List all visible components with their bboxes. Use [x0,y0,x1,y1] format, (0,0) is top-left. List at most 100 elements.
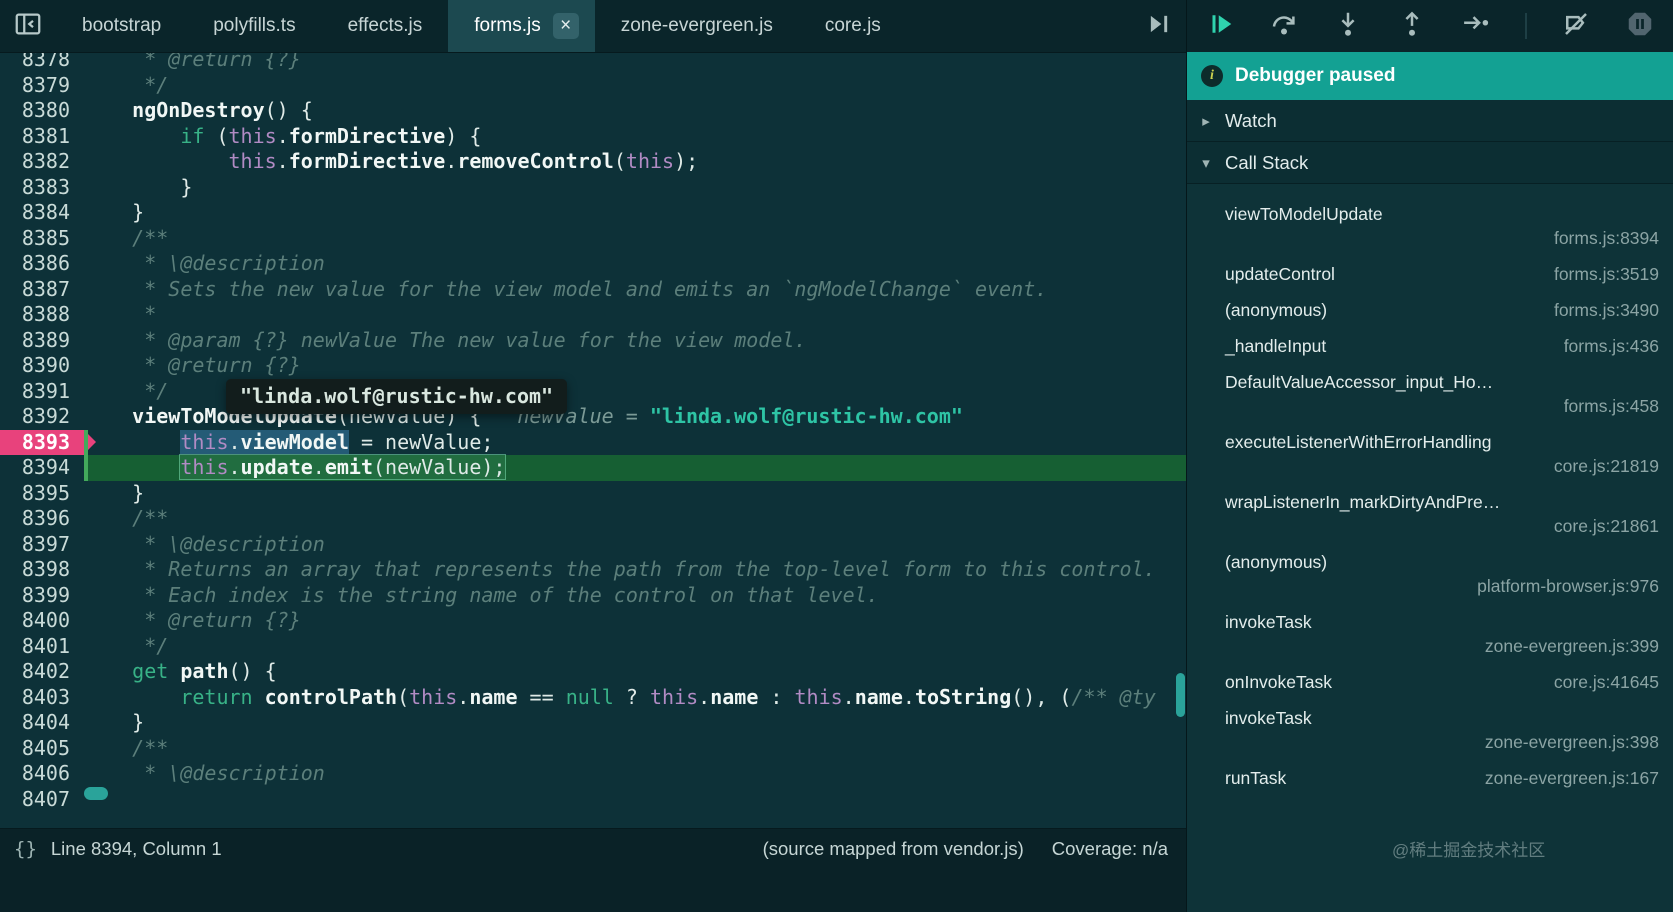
line-content[interactable]: * @return {?} [84,353,1186,379]
line-content[interactable]: /** [84,736,1186,762]
call-stack-frame[interactable]: (anonymous) platform-browser.js:976 [1187,544,1673,604]
watch-section-header[interactable]: ▸ Watch [1187,100,1673,142]
line-content[interactable]: * Returns an array that represents the p… [84,557,1186,583]
call-stack-frame[interactable]: viewToModelUpdate forms.js:8394 [1187,196,1673,256]
tab-polyfills.ts[interactable]: polyfills.ts [187,0,321,52]
tab-zone-evergreen.js[interactable]: zone-evergreen.js [595,0,799,52]
frame-location: forms.js:3490 [1553,299,1659,320]
line-number[interactable]: 8394 [0,455,84,481]
line-content[interactable]: * Sets the new value for the view model … [84,277,1186,303]
line-content[interactable]: * \@description [84,251,1186,277]
line-content[interactable]: } [84,710,1186,736]
step-button[interactable] [1461,9,1491,44]
call-stack-frame[interactable]: _handleInput forms.js:436 [1187,328,1673,364]
line-content[interactable]: return controlPath(this.name == null ? t… [84,685,1186,711]
line-content[interactable]: /** [84,506,1186,532]
line-content[interactable]: */ [84,73,1186,99]
line-number[interactable]: 8395 [0,481,84,507]
step-into-button[interactable] [1333,9,1363,44]
line-number[interactable]: 8404 [0,710,84,736]
call-stack-frame[interactable]: (anonymous) forms.js:3490 [1187,292,1673,328]
line-content[interactable]: * Each index is the string name of the c… [84,583,1186,609]
line-content[interactable]: * @return {?} [84,608,1186,634]
call-stack-frame[interactable]: invokeTask zone-evergreen.js:398 [1187,700,1673,760]
debugger-paused-banner: i Debugger paused [1187,52,1673,100]
debugger-sidebar: i Debugger paused ▸ Watch ▾ Call Stack v… [1186,0,1673,912]
line-content[interactable]: * \@description [84,761,1186,787]
line-content[interactable]: ngOnDestroy() { [84,98,1186,124]
tab-forms.js[interactable]: forms.js × [448,0,595,52]
call-stack-frame[interactable]: updateControl forms.js:3519 [1187,256,1673,292]
line-number[interactable]: 8387 [0,277,84,303]
line-number[interactable]: 8398 [0,557,84,583]
tab-core.js[interactable]: core.js [799,0,907,52]
line-number[interactable]: 8386 [0,251,84,277]
step-out-button[interactable] [1397,9,1427,44]
line-number[interactable]: 8401 [0,634,84,660]
deactivate-breakpoints-button[interactable] [1561,9,1591,44]
token: (), ( [1011,684,1072,709]
line-number[interactable]: 8407 [0,787,84,813]
line-content[interactable]: */ [84,634,1186,660]
step-over-button[interactable] [1269,9,1299,44]
line-number[interactable]: 8389 [0,328,84,354]
line-number[interactable]: 8406 [0,761,84,787]
resume-script-icon [1205,9,1235,44]
line-number[interactable]: 8380 [0,98,84,124]
tab-effects.js[interactable]: effects.js [322,0,449,52]
editor-scrollbar-thumb[interactable] [1176,673,1185,717]
line-content[interactable]: } [84,200,1186,226]
line-number[interactable]: 8391 [0,379,84,405]
line-content[interactable]: this.update.emit(newValue); [84,429,1186,481]
line-content[interactable]: this.viewModel = newValue; [84,429,1186,456]
token: (newValue); [373,455,506,479]
line-number[interactable]: 8381 [0,124,84,150]
line-number[interactable]: 8390 [0,353,84,379]
line-content[interactable]: if (this.formDirective) { [84,124,1186,150]
call-stack-frame[interactable]: DefaultValueAccessor_input_Ho… forms.js:4… [1187,364,1673,424]
line-content[interactable]: * @param {?} newValue The new value for … [84,328,1186,354]
line-number[interactable]: 8385 [0,226,84,252]
token: path [180,659,229,683]
line-content[interactable]: get path() { [84,659,1186,685]
line-content[interactable]: /** [84,226,1186,252]
line-content[interactable]: } [84,481,1186,507]
call-stack-frame[interactable]: executeListenerWithErrorHandling core.js:… [1187,424,1673,484]
pretty-print-icon[interactable]: {} [14,838,37,860]
line-number[interactable]: 8403 [0,685,84,711]
line-number[interactable]: 8399 [0,583,84,609]
line-content[interactable]: * [84,302,1186,328]
line-content[interactable]: this.formDirective.removeControl(this); [84,149,1186,175]
call-stack-frame[interactable]: wrapListenerIn_markDirtyAndPre… core.js:2… [1187,484,1673,544]
line-number[interactable]: 8392 [0,404,84,430]
line-number[interactable]: 8402 [0,659,84,685]
line-number[interactable]: 8397 [0,532,84,558]
line-number[interactable]: 8383 [0,175,84,201]
line-number[interactable]: 8405 [0,736,84,762]
line-number[interactable]: 8396 [0,506,84,532]
frame-location: core.js:21861 [1553,515,1659,536]
pause-on-exceptions-button[interactable] [1625,9,1655,44]
step-out-icon [1397,9,1427,44]
toggle-navigator-sidebar-button[interactable] [0,0,56,52]
call-stack-frame[interactable]: onInvokeTask core.js:41645 [1187,664,1673,700]
editor-pane-toggle-button[interactable] [1132,0,1186,52]
line-number[interactable]: 8379 [0,73,84,99]
line-number[interactable]: 8388 [0,302,84,328]
line-number[interactable]: 8393 [0,429,96,455]
gutter-marker [84,787,108,800]
resume-script-button[interactable] [1205,9,1235,44]
line-number[interactable]: 8378 [0,53,84,73]
line-number[interactable]: 8400 [0,608,84,634]
call-stack-section-header[interactable]: ▾ Call Stack [1187,142,1673,184]
line-content[interactable]: * \@description [84,532,1186,558]
line-content[interactable] [84,787,1186,813]
call-stack-frame[interactable]: invokeTask zone-evergreen.js:399 [1187,604,1673,664]
line-number[interactable]: 8384 [0,200,84,226]
tab-bootstrap[interactable]: bootstrap [56,0,187,52]
line-content[interactable]: } [84,175,1186,201]
close-tab-icon[interactable]: × [552,13,579,39]
call-stack-frame[interactable]: runTask zone-evergreen.js:167 [1187,760,1673,796]
line-number[interactable]: 8382 [0,149,84,175]
line-content[interactable]: * @return {?} [84,53,1186,73]
